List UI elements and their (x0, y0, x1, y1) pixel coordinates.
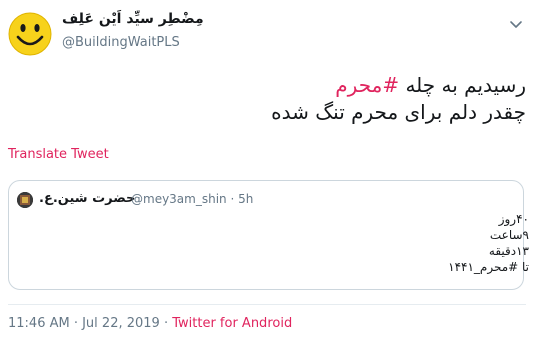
quoted-line: ۱۳دقیقه (488, 244, 529, 258)
tweet-text-prefix: رسیدیم به چله (399, 73, 526, 97)
quoted-author-handle: @mey3am_shin (131, 192, 227, 206)
tweet-text: رسیدیم به چله #محرم چقدر دلم برای محرم ت… (6, 72, 526, 126)
hashtag-link[interactable]: #محرم (335, 73, 399, 97)
tweet-line-1: رسیدیم به چله #محرم (6, 72, 526, 99)
quoted-tweet-card[interactable]: حضرت شین.ع. @mey3am_shin · 5h ۴۰روز ۹ساع… (8, 180, 529, 290)
quoted-author-avatar (17, 192, 33, 208)
author-avatar[interactable] (8, 12, 52, 56)
translate-tweet-link[interactable]: Translate Tweet (8, 147, 109, 162)
quoted-tweet-text: ۴۰روز ۹ساعت ۱۳دقیقه تا #محرم_۱۴۴۱ (429, 211, 529, 275)
tweet-timestamp[interactable]: 11:46 AM · Jul 22, 2019 · (8, 316, 172, 331)
quoted-avatar-icon (17, 192, 33, 208)
quoted-author-name: حضرت شین.ع. (39, 191, 136, 206)
tweet-menu-button[interactable] (508, 16, 524, 32)
tweet-source-link[interactable]: Twitter for Android (172, 316, 292, 331)
quoted-line: تا #محرم_۱۴۴۱ (448, 260, 529, 274)
quoted-line: ۴۰روز (498, 212, 529, 226)
quoted-meta: @mey3am_shin · 5h (131, 192, 253, 206)
quoted-line: ۹ساعت (489, 228, 529, 242)
author-handle[interactable]: @BuildingWaitPLS (62, 35, 180, 50)
chevron-down-icon (510, 21, 522, 28)
tweet-line-2: چقدر دلم برای محرم تنگ شده (271, 100, 526, 124)
author-name[interactable]: مِضْطِر سیِّد اَیْن عَلِف (62, 11, 204, 27)
smiley-face-icon (8, 12, 52, 56)
tweet-footer: 11:46 AM · Jul 22, 2019 · Twitter for An… (8, 316, 292, 331)
quoted-separator: · (226, 192, 239, 206)
footer-divider (8, 304, 526, 305)
quoted-time: 5h (238, 192, 254, 206)
